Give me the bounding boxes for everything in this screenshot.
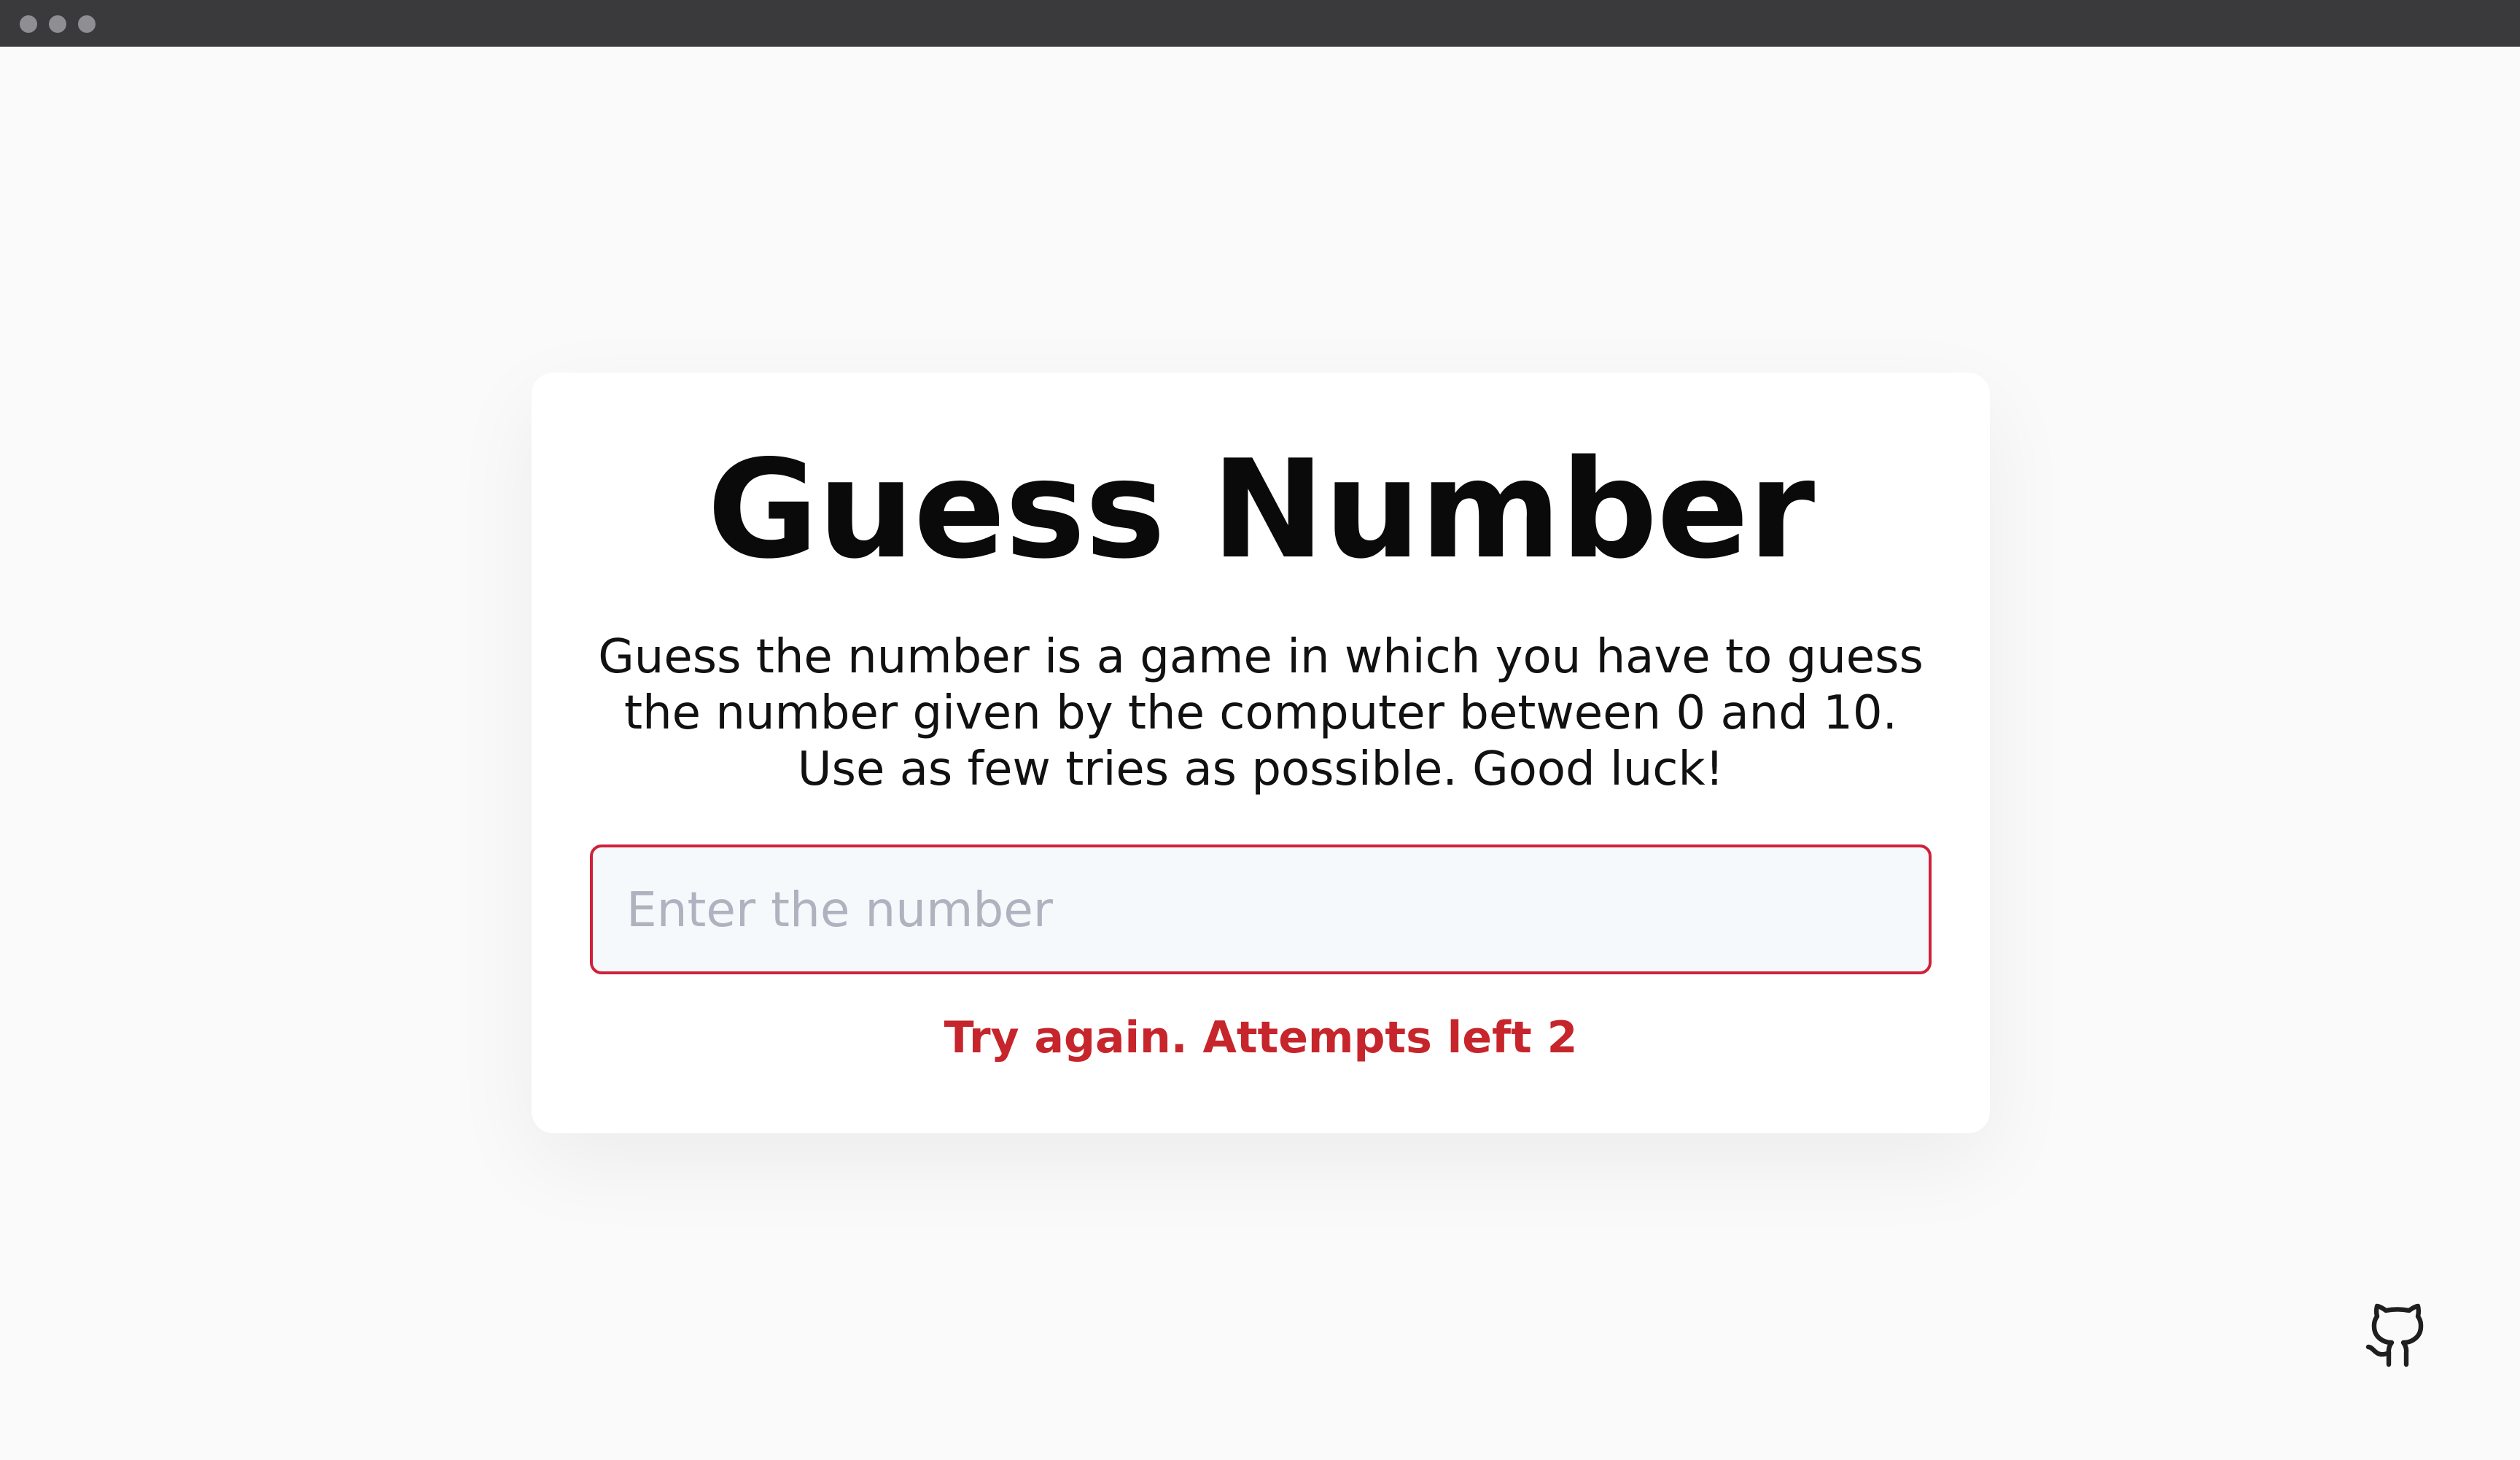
window-control-dot[interactable] — [49, 15, 66, 33]
attempts-feedback: Try again. Attempts left 2 — [944, 1012, 1578, 1063]
page-title: Guess Number — [707, 430, 1815, 589]
github-icon — [2365, 1303, 2424, 1367]
github-link[interactable] — [2362, 1300, 2432, 1370]
guess-input[interactable] — [590, 844, 1932, 974]
window-titlebar — [0, 0, 2520, 47]
window-control-dot[interactable] — [78, 15, 96, 33]
game-description: Guess the number is a game in which you … — [598, 630, 1924, 796]
window-control-dot[interactable] — [20, 15, 37, 33]
game-card: Guess Number Guess the number is a game … — [532, 373, 1990, 1133]
